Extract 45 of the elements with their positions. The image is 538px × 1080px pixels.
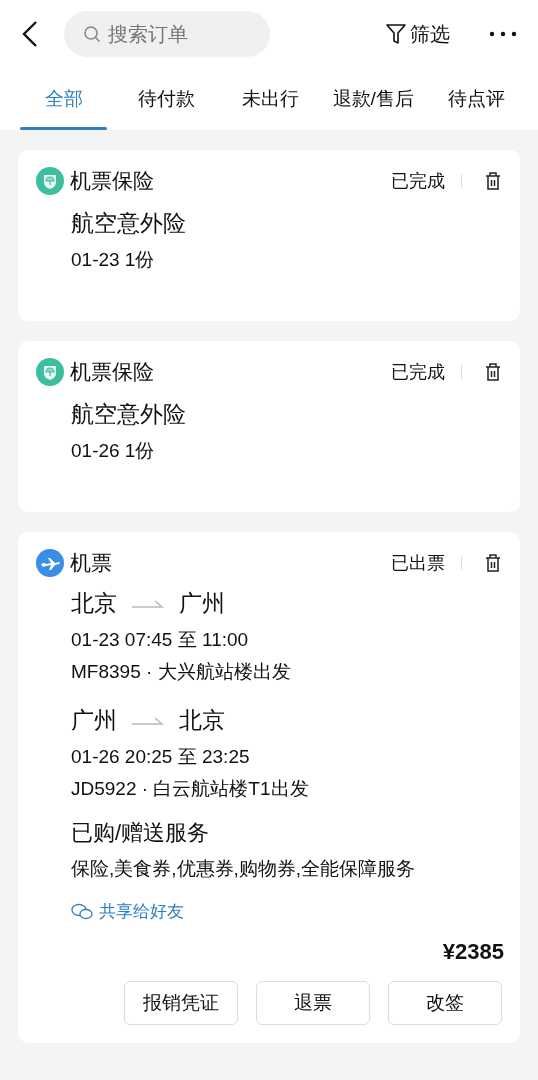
- flight-time: 01-26 20:25 至 23:25: [71, 745, 251, 769]
- umbrella-shield-icon: [36, 358, 64, 386]
- order-card[interactable]: 机票 已出票 北京 广州 01-23 07:45 至 11:00 MF8395 · 大兴航站楼出发 广州 北京 01-26 20:25 至 23:25 JD5922 · 白云航站楼T1出发 已购/赠送服务 保险,美食券,优惠券,购物券,全能保障服务 共享给好友 ¥2385 报销凭证 退票 改签: [18, 532, 520, 1043]
- order-action-button[interactable]: 改签: [388, 981, 502, 1025]
- tab[interactable]: 全部: [12, 68, 116, 130]
- order-action-button[interactable]: 退票: [256, 981, 370, 1025]
- services-list: 保险,美食券,优惠券,购物券,全能保障服务: [71, 856, 502, 882]
- tab[interactable]: 待付款: [115, 68, 219, 130]
- origin-city: 广州: [71, 706, 117, 735]
- tab[interactable]: 未出行: [218, 68, 322, 130]
- order-card[interactable]: 机票保险 已完成 航空意外险 01-26 1份: [18, 341, 520, 512]
- search-icon: [83, 25, 101, 43]
- flight-info: JD5922 · 白云航站楼T1出发: [71, 777, 310, 801]
- flight-info: MF8395 · 大兴航站楼出发: [71, 660, 292, 684]
- destination-city: 北京: [179, 706, 225, 735]
- services-title: 已购/赠送服务: [71, 819, 211, 847]
- chat-bubbles-icon: [71, 902, 93, 921]
- trash-icon[interactable]: [484, 362, 502, 382]
- tab[interactable]: 待点评: [424, 68, 528, 130]
- order-action-button[interactable]: 报销凭证: [124, 981, 238, 1025]
- order-detail: 01-26 1份: [71, 439, 156, 463]
- order-category: 机票保险: [70, 359, 154, 385]
- order-card[interactable]: 机票保险 已完成 航空意外险 01-23 1份: [18, 150, 520, 321]
- product-name: 航空意外险: [71, 209, 187, 238]
- more-icon[interactable]: [488, 29, 518, 39]
- destination-city: 广州: [179, 589, 225, 618]
- filter-button[interactable]: 筛选: [386, 20, 450, 48]
- order-status: 已出票: [391, 552, 445, 575]
- share-link[interactable]: 共享给好友: [71, 900, 184, 923]
- order-price: ¥2385: [441, 939, 504, 965]
- order-category: 机票保险: [70, 168, 154, 194]
- order-status: 已完成: [391, 361, 445, 384]
- trash-icon[interactable]: [484, 553, 502, 573]
- trash-icon[interactable]: [484, 171, 502, 191]
- tab[interactable]: 退款/售后: [321, 68, 425, 130]
- product-name: 航空意外险: [71, 400, 187, 429]
- origin-city: 北京: [71, 589, 117, 618]
- filter-icon: [386, 23, 406, 45]
- order-detail: 01-23 1份: [71, 248, 156, 272]
- flight-time: 01-23 07:45 至 11:00: [71, 628, 250, 652]
- order-category: 机票: [70, 550, 112, 576]
- search-field[interactable]: 搜索订单: [64, 11, 270, 57]
- order-status: 已完成: [391, 170, 445, 193]
- umbrella-shield-icon: [36, 167, 64, 195]
- plane-icon: [36, 549, 64, 577]
